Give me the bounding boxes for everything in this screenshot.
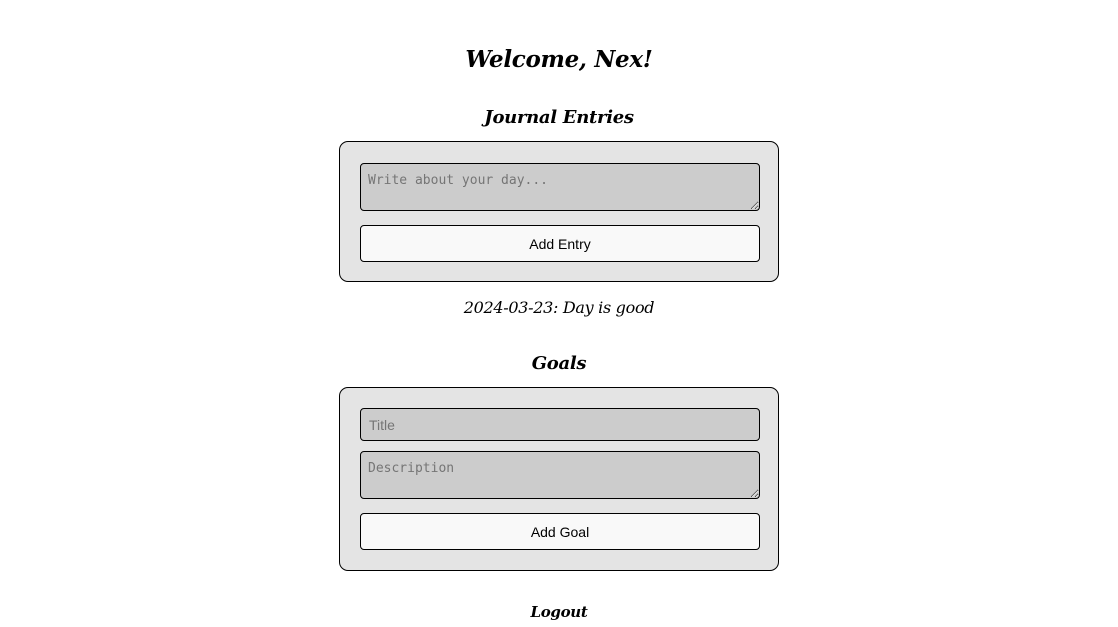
goal-description-textarea[interactable] — [360, 451, 760, 499]
welcome-heading: Welcome, Nex! — [465, 46, 653, 73]
add-entry-button[interactable]: Add Entry — [360, 225, 760, 262]
goals-heading: Goals — [531, 353, 587, 374]
goal-form: Add Goal — [339, 387, 779, 571]
page: Welcome, Nex! Journal Entries Add Entry … — [0, 0, 1118, 627]
journal-entry-form: Add Entry — [339, 141, 779, 282]
logout-link[interactable]: Logout — [0, 603, 1118, 621]
journal-entries-heading: Journal Entries — [484, 107, 634, 128]
add-goal-button[interactable]: Add Goal — [360, 513, 760, 550]
journal-entry-item: 2024-03-23: Day is good — [463, 298, 655, 317]
goal-title-input[interactable] — [360, 408, 760, 441]
journal-entry-textarea[interactable] — [360, 163, 760, 211]
